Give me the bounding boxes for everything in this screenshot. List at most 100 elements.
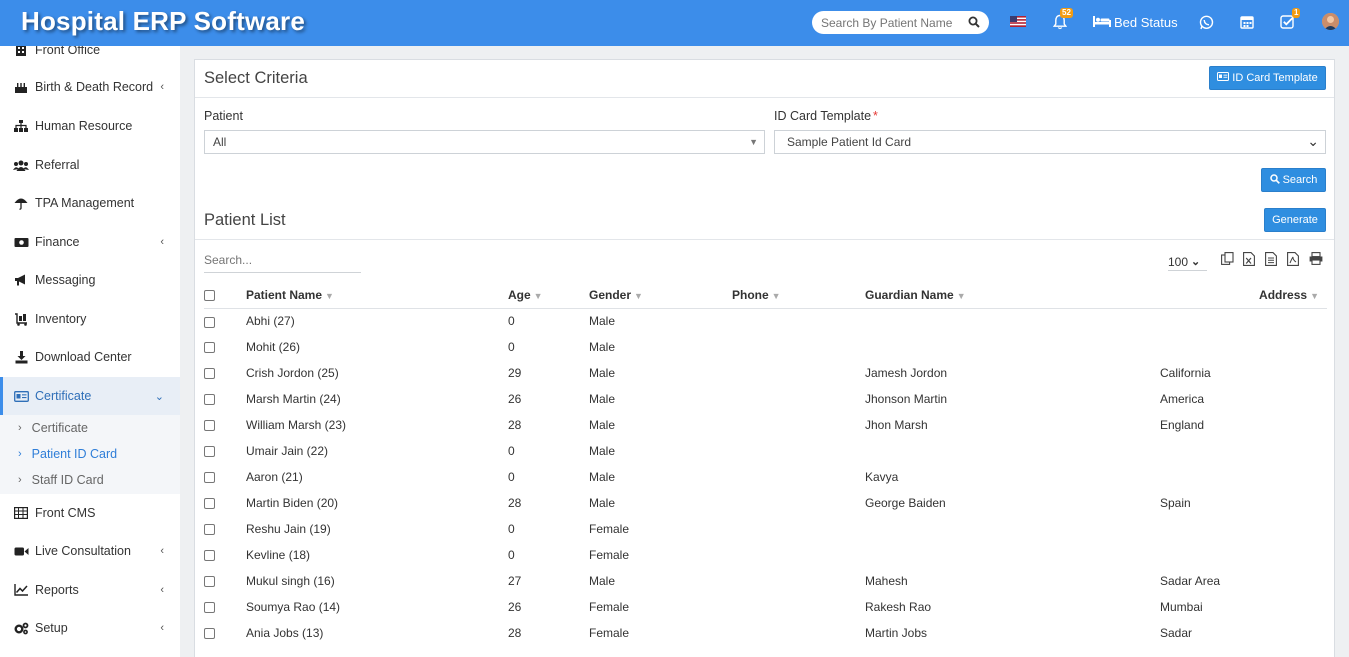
select-all-checkbox[interactable] <box>204 290 215 302</box>
row-checkbox[interactable] <box>204 446 215 458</box>
patient-select[interactable]: All ▼ <box>204 130 765 154</box>
cell-phone <box>732 464 865 490</box>
row-checkbox[interactable] <box>204 368 215 380</box>
row-select-cell[interactable] <box>204 360 246 386</box>
sidebar-item-label: Certificate <box>35 389 92 403</box>
cell-address: Sadar <box>1160 626 1193 640</box>
excel-icon[interactable] <box>1243 252 1257 266</box>
sidebar-item-finance[interactable]: Finance ‹ <box>0 223 180 261</box>
sidebar-item-referral[interactable]: Referral <box>0 146 180 184</box>
search-icon[interactable] <box>968 16 980 31</box>
bed-status-link[interactable]: Bed Status <box>1093 15 1178 30</box>
table-row[interactable]: Crish Jordon (25) 29 Male Jamesh Jordon Cali… <box>204 360 1327 386</box>
column-header-age[interactable]: Age ▼ <box>508 282 589 309</box>
table-search-input[interactable] <box>204 253 354 267</box>
sidebar-item-reports[interactable]: Reports ‹ <box>0 571 180 609</box>
table-row[interactable]: Martin Biden (20) 28 Male George Baiden Spai… <box>204 490 1327 516</box>
table-row[interactable]: Soumya Rao (14) 26 Female Rakesh Rao Mumbai <box>204 594 1327 620</box>
row-select-cell[interactable] <box>204 438 246 464</box>
row-checkbox[interactable] <box>204 472 215 484</box>
pdf-icon[interactable] <box>1287 252 1301 266</box>
row-checkbox[interactable] <box>204 628 215 640</box>
print-icon[interactable] <box>1309 252 1323 266</box>
sidebar-item-inventory[interactable]: Inventory <box>0 300 180 338</box>
patient-search-input[interactable] <box>821 15 961 30</box>
brand-title[interactable]: Hospital ERP Software <box>21 6 305 37</box>
row-select-cell[interactable] <box>204 490 246 516</box>
row-checkbox[interactable] <box>204 550 215 562</box>
page-size-select[interactable]: 100 ⌄ <box>1168 253 1207 271</box>
table-row[interactable]: Mukul singh (16) 27 Male Mahesh Sadar Area <box>204 568 1327 594</box>
submenu-item-certificate[interactable]: › Certificate <box>18 417 88 439</box>
row-checkbox[interactable] <box>204 420 215 432</box>
table-row[interactable]: Marsh Martin (24) 26 Male Jhonson Martin Ame… <box>204 386 1327 412</box>
row-select-cell[interactable] <box>204 516 246 542</box>
table-row[interactable]: Abhi (27) 0 Male <box>204 308 1327 334</box>
sidebar-item-live-consultation[interactable]: Live Consultation ‹ <box>0 532 180 570</box>
row-checkbox[interactable] <box>204 394 215 406</box>
sidebar-item-birth-death-record[interactable]: Birth & Death Record ‹ <box>0 68 180 106</box>
table-row[interactable]: Reshu Jain (19) 0 Female <box>204 516 1327 542</box>
whatsapp-icon[interactable] <box>1199 15 1214 33</box>
select-all-header[interactable] <box>204 282 246 309</box>
row-select-cell[interactable] <box>204 386 246 412</box>
cell-guardian <box>865 438 1160 464</box>
cell-address <box>1160 334 1327 360</box>
cell-name: Mohit (26) <box>246 340 301 354</box>
sidebar-item-download-center[interactable]: Download Center <box>0 338 180 376</box>
column-header-address[interactable]: Address ▼ <box>1160 282 1327 309</box>
csv-icon[interactable] <box>1265 252 1279 266</box>
column-header-gender[interactable]: Gender ▼ <box>589 282 732 309</box>
cell-age: 0 <box>508 522 515 536</box>
sidebar-item-certificate[interactable]: Certificate ⌄ <box>0 377 180 415</box>
sort-icon: ▼ <box>1310 290 1319 301</box>
user-avatar[interactable] <box>1322 13 1339 30</box>
row-checkbox[interactable] <box>204 524 215 536</box>
row-checkbox[interactable] <box>204 498 215 510</box>
sidebar-item-front-office[interactable]: Front Office <box>0 46 180 69</box>
table-row[interactable]: Mohit (26) 0 Male <box>204 334 1327 360</box>
table-search[interactable] <box>204 253 361 273</box>
copy-icon[interactable] <box>1221 252 1235 266</box>
table-row[interactable]: Ania Jobs (13) 28 Female Martin Jobs Sadar <box>204 620 1327 646</box>
row-select-cell[interactable] <box>204 568 246 594</box>
sidebar-item-messaging[interactable]: Messaging <box>0 261 180 299</box>
id-card-template-button[interactable]: ID Card Template <box>1209 66 1326 90</box>
row-select-cell[interactable] <box>204 308 246 334</box>
us-flag-icon[interactable] <box>1010 16 1026 30</box>
row-checkbox[interactable] <box>204 316 215 328</box>
sidebar-item-setup[interactable]: Setup ‹ <box>0 609 180 647</box>
generate-button[interactable]: Generate <box>1264 208 1326 232</box>
sidebar-item-label: Birth & Death Record <box>35 80 154 94</box>
sidebar-item-front-cms[interactable]: Front CMS <box>0 494 180 532</box>
column-header-guardian-name[interactable]: Guardian Name ▼ <box>865 282 1160 309</box>
row-select-cell[interactable] <box>204 464 246 490</box>
column-header-phone[interactable]: Phone ▼ <box>732 282 865 309</box>
chevron-left-icon: ‹ <box>160 584 164 596</box>
row-select-cell[interactable] <box>204 412 246 438</box>
row-select-cell[interactable] <box>204 334 246 360</box>
row-select-cell[interactable] <box>204 594 246 620</box>
cell-address <box>1160 516 1327 542</box>
id-card-template-select[interactable]: Sample Patient Id Card ⌄ <box>774 130 1326 154</box>
table-row[interactable]: William Marsh (23) 28 Male Jhon Marsh Englan… <box>204 412 1327 438</box>
row-checkbox[interactable] <box>204 576 215 588</box>
row-select-cell[interactable] <box>204 620 246 646</box>
submenu-item-patient-id-card[interactable]: › Patient ID Card <box>18 443 117 465</box>
search-button[interactable]: Search <box>1261 168 1326 192</box>
table-row[interactable]: Aaron (21) 0 Male Kavya <box>204 464 1327 490</box>
sidebar-item-tpa-management[interactable]: TPA Management <box>0 184 180 222</box>
table-row[interactable]: Kevline (18) 0 Female <box>204 542 1327 568</box>
patient-search-box[interactable] <box>812 11 989 34</box>
column-header-patient-name[interactable]: Patient Name ▼ <box>246 282 508 309</box>
calendar-icon[interactable] <box>1240 15 1254 32</box>
sidebar-item-human-resource[interactable]: Human Resource <box>0 107 180 145</box>
cell-gender: Male <box>589 418 616 432</box>
row-checkbox[interactable] <box>204 342 215 354</box>
table-row[interactable]: Umair Jain (22) 0 Male <box>204 438 1327 464</box>
row-checkbox[interactable] <box>204 602 215 614</box>
row-select-cell[interactable] <box>204 542 246 568</box>
cell-address: Sadar Area <box>1160 574 1221 588</box>
cell-age: 29 <box>508 366 522 380</box>
submenu-item-staff-id-card[interactable]: › Staff ID Card <box>18 469 104 491</box>
